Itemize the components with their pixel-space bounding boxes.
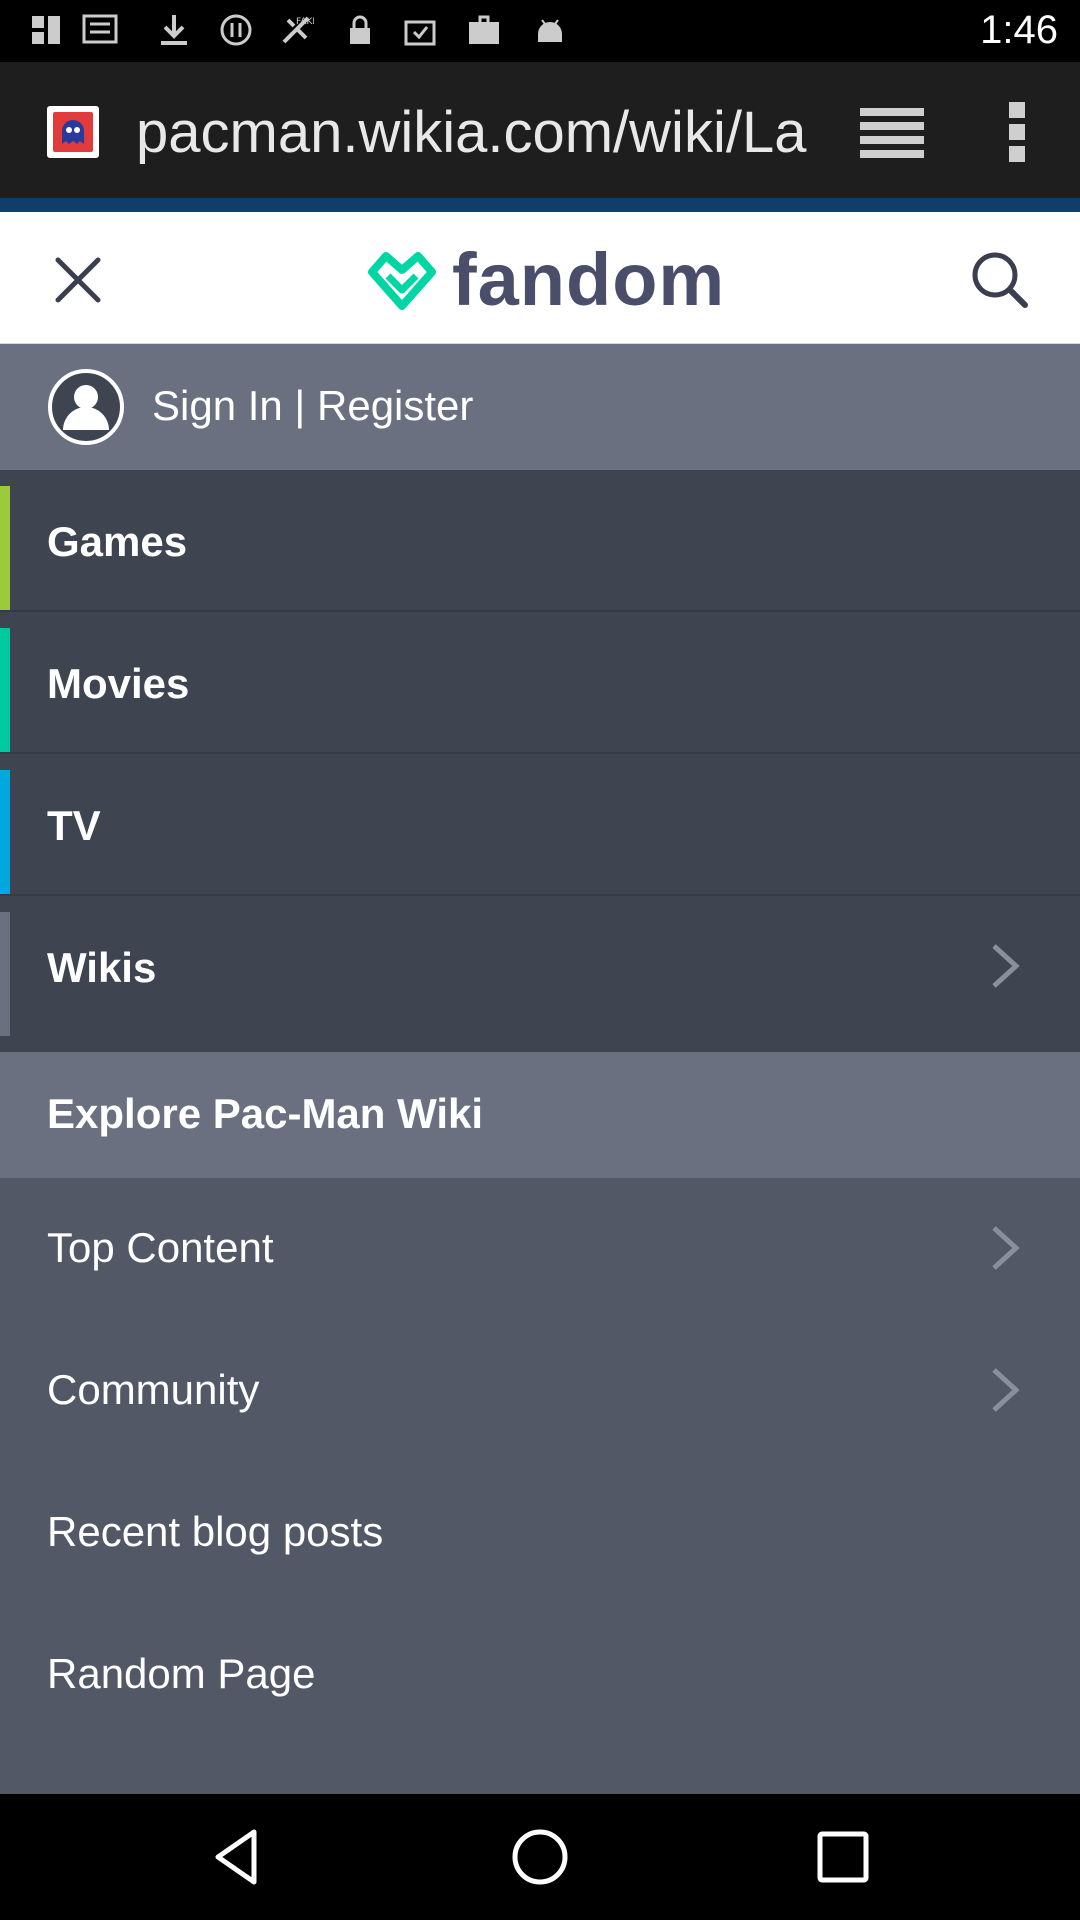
reader-mode-icon[interactable]: [860, 104, 924, 160]
menu-item-random-page[interactable]: Random Page: [0, 1604, 1080, 1746]
explore-wiki-title: Explore Pac-Man Wiki: [47, 1090, 484, 1137]
menu-item-label: Games: [47, 518, 188, 565]
page-load-progress: [0, 198, 1080, 212]
logo-text: fandom: [452, 238, 726, 321]
fandom-header: fandom: [0, 212, 1080, 344]
category-stripe: [0, 770, 10, 894]
close-icon[interactable]: [52, 254, 104, 306]
briefcase-icon: [469, 15, 499, 44]
menu-item-top-content[interactable]: Top Content: [0, 1178, 1080, 1320]
avatar-icon: [48, 369, 124, 445]
explore-wiki-header: Explore Pac-Man Wiki: [0, 1052, 1080, 1178]
back-icon[interactable]: [206, 1824, 272, 1890]
android-icon: [538, 19, 562, 42]
home-icon[interactable]: [507, 1824, 573, 1890]
status-bar: FAKE 1:46: [0, 0, 1080, 62]
menu-item-games[interactable]: Games: [0, 470, 1080, 612]
notification-icon: [220, 14, 252, 46]
recents-icon[interactable]: [810, 1824, 876, 1890]
menu-item-wikis[interactable]: Wikis: [0, 896, 1080, 1052]
menu-item-tv[interactable]: TV: [0, 754, 1080, 896]
menu-item-label: Wikis: [47, 944, 157, 991]
navigation-panel: Sign In | Register Games Movies TV Wikis…: [0, 344, 1080, 1794]
fandom-heart-icon: [368, 252, 436, 310]
menu-item-label: TV: [47, 802, 101, 849]
system-navigation-bar: [0, 1794, 1080, 1920]
status-time: 1:46: [980, 8, 1058, 52]
menu-item-label: Community: [47, 1366, 260, 1413]
notification-icon: [32, 16, 60, 44]
sign-in-register-link[interactable]: Sign In | Register: [152, 378, 473, 434]
menu-item-community[interactable]: Community: [0, 1320, 1080, 1462]
chevron-right-icon: [992, 1226, 1020, 1270]
menu-item-label: Random Page: [47, 1650, 316, 1697]
search-icon[interactable]: [970, 250, 1030, 310]
menu-item-recent-blog-posts[interactable]: Recent blog posts: [0, 1462, 1080, 1604]
address-bar[interactable]: pacman.wikia.com/wiki/Las: [136, 98, 808, 168]
category-stripe: [0, 912, 10, 1036]
more-vert-icon[interactable]: [1000, 100, 1034, 164]
fake-gps-icon: FAKE: [282, 16, 314, 44]
svg-text:FAKE: FAKE: [296, 17, 314, 27]
category-stripe: [0, 628, 10, 752]
menu-item-label: Recent blog posts: [47, 1508, 384, 1555]
chevron-right-icon: [992, 1368, 1020, 1412]
fandom-logo[interactable]: fandom: [364, 242, 725, 318]
pacman-ghost-icon: [47, 106, 99, 158]
clipboard-icon: [404, 20, 436, 46]
menu-item-label: Movies: [47, 660, 190, 707]
menu-item-movies[interactable]: Movies: [0, 612, 1080, 754]
download-icon: [161, 15, 187, 45]
sync-icon: [82, 14, 118, 44]
sign-in-row[interactable]: Sign In | Register: [0, 344, 1080, 470]
menu-item-label: Top Content: [47, 1224, 274, 1271]
chevron-right-icon: [992, 944, 1020, 988]
category-stripe: [0, 486, 10, 610]
browser-toolbar: pacman.wikia.com/wiki/Las: [0, 62, 1080, 198]
lock-icon: [350, 15, 370, 44]
